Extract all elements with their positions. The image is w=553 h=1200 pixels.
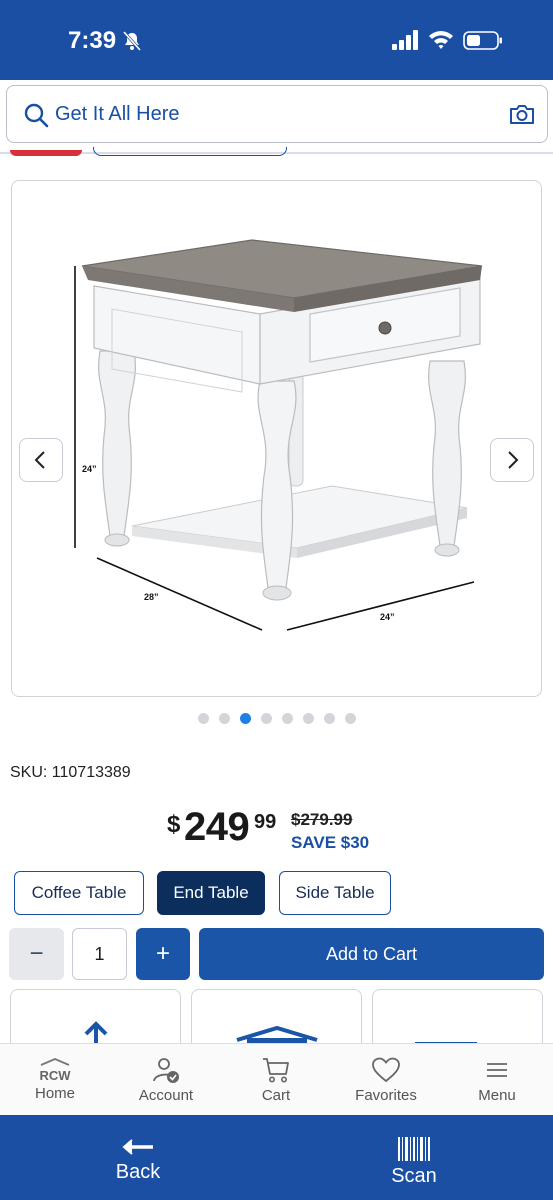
wifi-icon <box>429 31 453 49</box>
nav-home-label: Home <box>34 1085 75 1102</box>
scan-label: Scan <box>391 1165 437 1187</box>
cart-icon <box>263 1058 289 1083</box>
variant-end-table-button[interactable]: End Table <box>157 871 265 915</box>
cellular-signal-icon <box>392 30 418 50</box>
home-icon: RCW <box>39 1058 71 1082</box>
account-icon <box>153 1058 179 1083</box>
shipping-arrow-icon <box>84 1021 108 1046</box>
variant-side-table-button[interactable]: Side Table <box>279 871 391 915</box>
price-currency: $ <box>167 811 181 838</box>
savings-label: SAVE $30 <box>291 833 370 852</box>
search-header: Get It All Here <box>0 80 553 154</box>
nav-cart-label: Cart <box>261 1087 291 1104</box>
carousel-dot[interactable] <box>218 713 230 724</box>
carousel-dot[interactable] <box>197 713 209 724</box>
search-icon <box>24 103 49 128</box>
nav-cart[interactable]: Cart <box>231 1056 321 1112</box>
carousel-dot[interactable] <box>239 713 251 724</box>
scanner-action-bar: Back Scan <box>0 1115 553 1200</box>
nav-menu[interactable]: Menu <box>452 1056 542 1112</box>
carousel-prev-button[interactable] <box>19 438 63 482</box>
end-table-image: 24” 28” 24” <box>74 239 483 631</box>
app-bottom-navigation: RCW Home Account Cart Favorites Menu <box>0 1043 553 1115</box>
heart-icon <box>372 1057 400 1083</box>
price-cents: 99 <box>254 811 277 833</box>
carousel-next-button[interactable] <box>490 438 534 482</box>
nav-home[interactable]: RCW Home <box>10 1056 100 1112</box>
product-sku: SKU: 110713389 <box>10 764 131 781</box>
battery-icon <box>463 31 502 50</box>
search-placeholder: Get It All Here <box>55 103 180 125</box>
menu-icon <box>487 1063 507 1077</box>
carousel-dot[interactable] <box>281 713 293 724</box>
product-screen: 7:39 Get It All Here 24” 28” 24” SKU: 11… <box>0 0 553 1200</box>
dimension-height: 24” <box>82 464 97 474</box>
original-price: $279.99 <box>291 810 353 829</box>
barcode-icon <box>398 1137 430 1161</box>
add-to-cart-button[interactable]: Add to Cart <box>199 928 544 980</box>
quantity-decrement-button[interactable]: − <box>9 928 64 980</box>
store-icon <box>236 1025 318 1046</box>
quantity-input[interactable]: 1 <box>72 928 127 980</box>
delivery-icon <box>415 1042 477 1046</box>
chevron-left-icon <box>34 451 45 469</box>
dimension-width: 24” <box>380 612 395 622</box>
nav-account[interactable]: Account <box>121 1056 211 1112</box>
back-arrow-icon <box>122 1139 153 1155</box>
camera-icon[interactable] <box>509 103 535 125</box>
promo-badge-peek <box>10 150 82 156</box>
back-label: Back <box>115 1161 161 1183</box>
nav-menu-label: Menu <box>478 1087 516 1104</box>
search-input[interactable]: Get It All Here <box>6 85 548 143</box>
chevron-right-icon <box>508 451 519 469</box>
carousel-dot[interactable] <box>302 713 314 724</box>
home-logo-text: RCW <box>39 1068 71 1082</box>
carousel-dot[interactable] <box>260 713 272 724</box>
carousel-dot[interactable] <box>344 713 356 724</box>
nav-favorites[interactable]: Favorites <box>341 1056 431 1112</box>
variant-coffee-table-button[interactable]: Coffee Table <box>14 871 144 915</box>
back-button[interactable]: Back <box>78 1137 198 1197</box>
status-time: 7:39 <box>68 27 117 54</box>
promo-tag-peek <box>93 147 287 156</box>
carousel-pagination <box>0 713 553 725</box>
product-image-carousel[interactable]: 24” 28” 24” <box>11 180 542 697</box>
scan-button[interactable]: Scan <box>354 1137 474 1197</box>
nav-account-label: Account <box>138 1087 194 1104</box>
nav-favorites-label: Favorites <box>355 1087 417 1104</box>
quantity-increment-button[interactable]: + <box>136 928 190 980</box>
carousel-dot[interactable] <box>323 713 335 724</box>
bell-off-icon <box>122 31 142 51</box>
dimension-depth: 28” <box>144 592 159 602</box>
price-whole: 249 <box>184 805 250 849</box>
status-bar: 7:39 <box>0 0 553 80</box>
